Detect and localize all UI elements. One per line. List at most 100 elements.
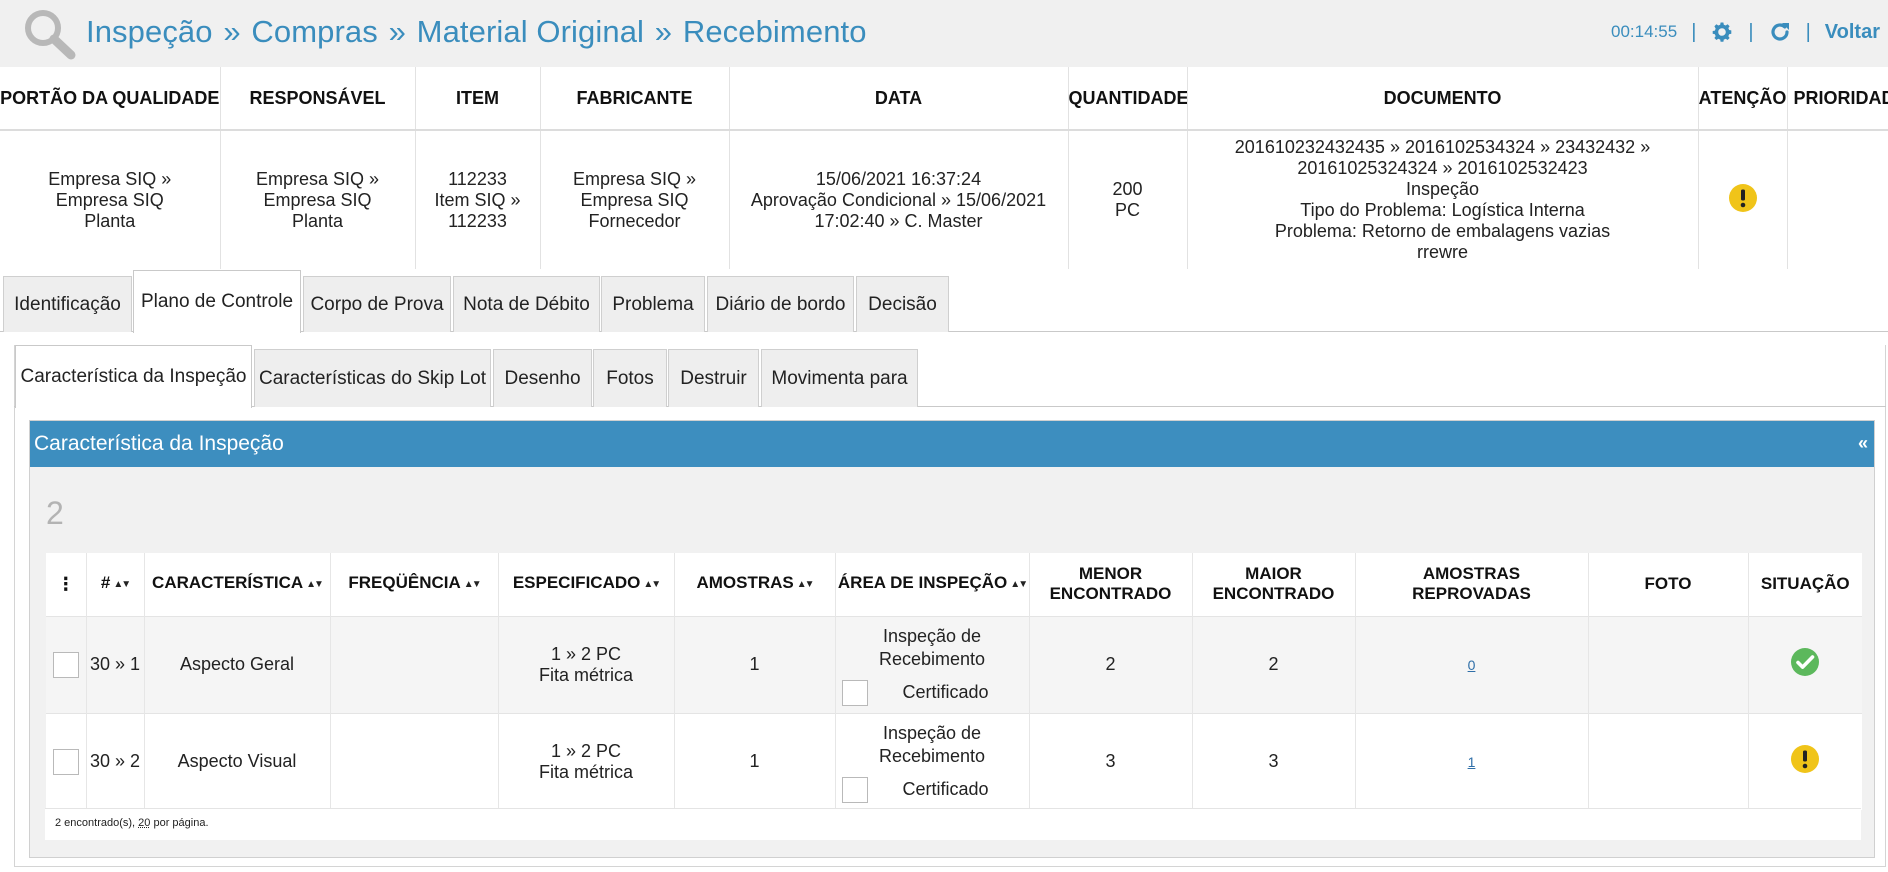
frequencia-cell xyxy=(330,712,499,810)
sort-icon[interactable]: ▲▼ xyxy=(643,575,661,595)
row-number: 30 » 2 xyxy=(86,712,145,810)
column-header-documento: DOCUMENTO xyxy=(1187,67,1699,131)
atencao-cell xyxy=(1698,130,1788,269)
menor-cell: 3 xyxy=(1029,712,1193,810)
area-cell: Inspeção de Recebimento Certificado xyxy=(835,615,1030,713)
search-icon xyxy=(25,10,76,60)
column-header-atencao: ATENÇÃO xyxy=(1698,67,1788,131)
responsavel-cell: Empresa SIQ » Empresa SIQ Planta xyxy=(220,130,416,269)
caracteristica-cell: Aspecto Visual xyxy=(144,712,331,810)
tab-movimenta-para[interactable]: Movimenta para xyxy=(761,349,918,407)
tab-decisao[interactable]: Decisão xyxy=(856,276,949,332)
tab-plano-de-controle[interactable]: Plano de Controle xyxy=(133,270,301,333)
reprovadas-cell: 0 xyxy=(1355,615,1589,713)
header-bar: Inspeção » Compras » Material Original »… xyxy=(0,0,1888,67)
reprovadas-link[interactable]: 0 xyxy=(1468,657,1476,673)
foto-cell xyxy=(1588,712,1749,810)
portao-cell: Empresa SIQ » Empresa SIQ Planta xyxy=(0,130,221,269)
column-header-frequencia[interactable]: FREQÜÊNCIA ▲▼ xyxy=(330,553,499,616)
column-header-num[interactable]: # ▲▼ xyxy=(86,553,145,616)
separator: | xyxy=(1748,20,1754,43)
refresh-icon[interactable] xyxy=(1768,20,1792,44)
column-header-quantidade: QUANTIDADE xyxy=(1068,67,1188,131)
certificado-checkbox[interactable] xyxy=(841,679,868,706)
menor-cell: 2 xyxy=(1029,615,1193,713)
data-cell: 15/06/2021 16:37:24 Aprovação Condiciona… xyxy=(729,130,1069,269)
back-button[interactable]: Voltar xyxy=(1825,21,1880,44)
column-header-fabricante: FABRICANTE xyxy=(540,67,730,131)
breadcrumb-item[interactable]: Compras xyxy=(251,14,377,49)
column-header-area[interactable]: ÁREA DE INSPEÇÃO ▲▼ xyxy=(835,553,1030,616)
quantidade-cell: 200 PC xyxy=(1068,130,1188,269)
panel-title: Característica da Inspeção xyxy=(34,432,284,455)
frequencia-cell xyxy=(330,615,499,713)
column-header-situacao: SITUAÇÃO xyxy=(1748,553,1862,616)
sort-icon[interactable]: ▲▼ xyxy=(113,575,131,595)
sort-icon[interactable]: ▲▼ xyxy=(797,575,815,595)
situacao-cell xyxy=(1748,712,1862,810)
tab-diario-de-bordo[interactable]: Diário de bordo xyxy=(707,276,854,332)
tab-nota-de-debito[interactable]: Nota de Débito xyxy=(453,276,600,332)
certificado-label: Certificado xyxy=(902,682,989,702)
main-tabs: Identificação Plano de Controle Corpo de… xyxy=(0,270,1888,333)
column-header-item: ITEM xyxy=(415,67,541,131)
sort-icon[interactable]: ▲▼ xyxy=(1010,575,1028,595)
exclamation-circle-icon xyxy=(1791,745,1820,774)
separator: | xyxy=(1805,20,1811,43)
tab-caracteristicas-skip-lot[interactable]: Características do Skip Lot xyxy=(254,349,491,407)
especificado-cell: 1 » 2 PC Fita métrica xyxy=(498,712,675,810)
documento-cell: 201610232432435 » 2016102534324 » 234324… xyxy=(1187,130,1699,269)
row-number: 30 » 1 xyxy=(86,615,145,713)
tab-corpo-de-prova[interactable]: Corpo de Prova xyxy=(303,276,451,332)
column-header-amostras[interactable]: AMOSTRAS ▲▼ xyxy=(674,553,836,616)
breadcrumb-item[interactable]: Inspeção xyxy=(86,14,213,49)
maior-cell: 2 xyxy=(1192,615,1356,713)
certificado-checkbox[interactable] xyxy=(841,776,868,803)
reprovadas-cell: 1 xyxy=(1355,712,1589,810)
tab-caracteristica-da-inspecao[interactable]: Característica da Inspeção xyxy=(15,345,252,408)
tab-destruir[interactable]: Destruir xyxy=(668,349,759,407)
column-header-data: DATA xyxy=(729,67,1069,131)
column-header-especificado[interactable]: ESPECIFICADO ▲▼ xyxy=(498,553,675,616)
amostras-cell: 1 xyxy=(674,615,836,713)
check-circle-icon xyxy=(1791,648,1820,676)
record-count: 2 xyxy=(46,495,64,531)
gear-icon[interactable] xyxy=(1710,20,1734,44)
column-header-maior: MAIOR ENCONTRADO xyxy=(1192,553,1356,616)
certificado-label: Certificado xyxy=(902,779,989,800)
situacao-cell xyxy=(1748,615,1862,713)
panel-header: Característica da Inspeção « xyxy=(30,421,1874,467)
column-header-menor: MENOR ENCONTRADO xyxy=(1029,553,1193,616)
column-header-reprovadas: AMOSTRAS REPROVADAS xyxy=(1355,553,1589,616)
row-select-checkbox[interactable] xyxy=(52,651,79,678)
maior-cell: 3 xyxy=(1192,712,1356,810)
tab-fotos[interactable]: Fotos xyxy=(593,349,667,407)
collapse-button[interactable]: « xyxy=(1858,433,1868,454)
reprovadas-link[interactable]: 1 xyxy=(1468,754,1476,770)
sub-tabs: Característica da Inspeção Característic… xyxy=(0,345,1888,408)
separator: | xyxy=(1691,20,1697,43)
row-select-checkbox[interactable] xyxy=(52,748,79,775)
breadcrumb-item[interactable]: Material Original xyxy=(417,14,644,49)
session-timer: 00:14:55 xyxy=(1611,22,1678,41)
column-header-responsavel: RESPONSÁVEL xyxy=(220,67,416,131)
sort-icon[interactable]: ▲▼ xyxy=(464,575,482,595)
inspection-characteristics-panel: Característica da Inspeção « 2 ⋮ # ▲▼ CAR… xyxy=(29,420,1875,858)
foto-cell xyxy=(1588,615,1749,713)
column-header-foto: FOTO xyxy=(1588,553,1749,616)
tab-identificacao[interactable]: Identificação xyxy=(3,276,132,332)
tab-desenho[interactable]: Desenho xyxy=(493,349,592,407)
per-page-selector[interactable]: 20 xyxy=(138,817,150,829)
kebab-icon[interactable]: ⋮ xyxy=(57,574,75,594)
item-cell: 112233 Item SIQ » 112233 xyxy=(415,130,541,269)
area-cell: Inspeção de Recebimento Certificado xyxy=(835,712,1030,810)
caracteristica-cell: Aspecto Geral xyxy=(144,615,331,713)
column-header-caracteristica[interactable]: CARACTERÍSTICA ▲▼ xyxy=(144,553,331,616)
tab-problema[interactable]: Problema xyxy=(601,276,705,332)
column-header-portao: PORTÃO DA QUALIDADE xyxy=(0,67,221,131)
pagination-info: 2 encontrado(s), 20 por página. xyxy=(45,808,1861,840)
amostras-cell: 1 xyxy=(674,712,836,810)
column-menu[interactable]: ⋮ xyxy=(46,553,87,616)
inspection-summary-table: PORTÃO DA QUALIDADE RESPONSÁVEL ITEM FAB… xyxy=(0,67,1888,269)
sort-icon[interactable]: ▲▼ xyxy=(306,575,324,595)
